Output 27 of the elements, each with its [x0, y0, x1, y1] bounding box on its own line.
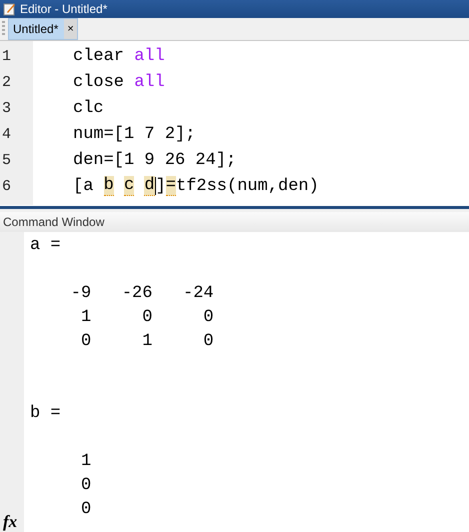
grip-icon [2, 21, 5, 37]
close-tab-button[interactable]: × [64, 19, 77, 39]
line-number: 3 [1, 100, 12, 116]
output-line: 1 0 0 [80, 307, 214, 329]
code-line: close all [72, 72, 165, 92]
line-number: 6 [1, 178, 12, 194]
code-line: clc [72, 98, 104, 118]
line-number: 1 [1, 48, 12, 64]
panel-title: Command Window [3, 215, 104, 229]
line-number: 2 [1, 74, 12, 90]
editor-tab[interactable]: Untitled* × [8, 18, 78, 40]
code-line: [a b c d]=tf2ss(num,den) [72, 176, 319, 196]
output-line: a = [30, 235, 62, 257]
function-prompt-icon[interactable]: fx [0, 512, 18, 532]
output-line: b = [30, 403, 62, 425]
output-line: 0 [80, 499, 92, 521]
line-number: 5 [1, 152, 12, 168]
window-title: Editor - Untitled* [20, 2, 108, 16]
code-line: num=[1 7 2]; [72, 124, 196, 144]
output-line: -9 -26 -24 [70, 283, 214, 305]
code-line: den=[1 9 26 24]; [72, 150, 236, 170]
line-number: 4 [1, 126, 12, 142]
editor-icon [3, 2, 16, 16]
output-line: 0 [80, 475, 92, 497]
output-line: 0 1 0 [80, 331, 214, 353]
code-line: clear all [72, 46, 165, 66]
output-line: 1 [80, 451, 92, 473]
